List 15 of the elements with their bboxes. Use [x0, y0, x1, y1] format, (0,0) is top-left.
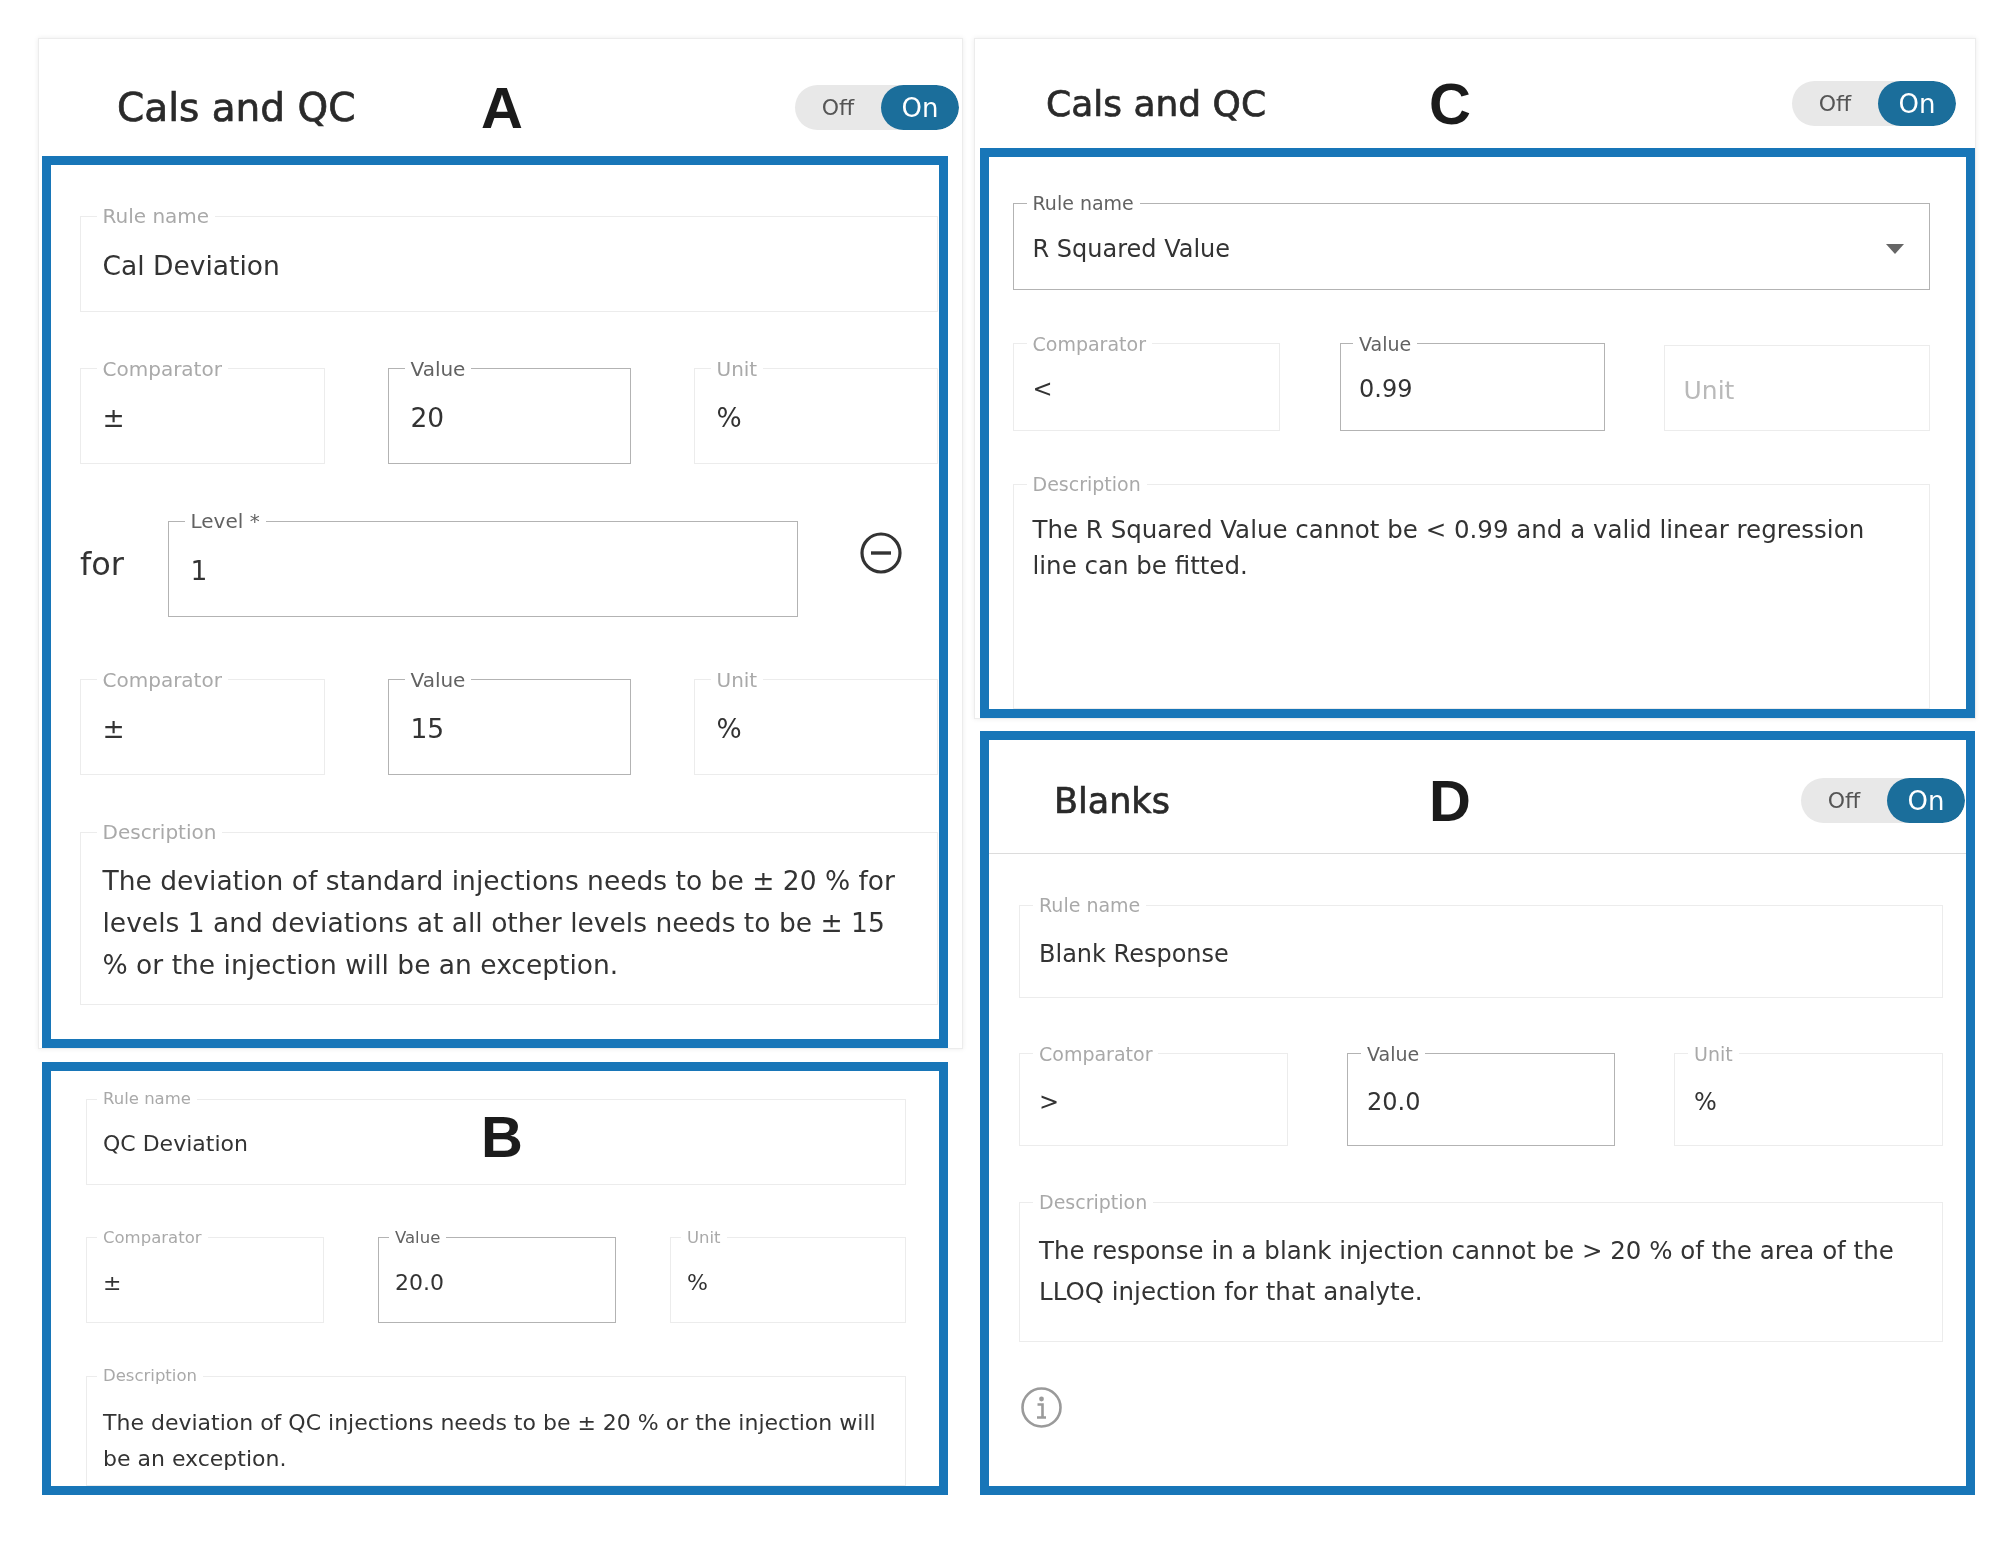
on-off-toggle[interactable]: Off On: [1792, 81, 1956, 126]
prefix-label: for: [80, 544, 124, 583]
section-title: Cals and QC: [117, 85, 356, 130]
rule-name-dropdown[interactable]: Rule name R Squared Value: [1013, 192, 1930, 290]
panel-letter: A: [481, 78, 523, 137]
on-off-toggle[interactable]: Off On: [795, 85, 959, 130]
panel-letter: D: [1429, 771, 1471, 830]
info-icon[interactable]: [1020, 1386, 1062, 1428]
on-off-toggle[interactable]: Off On: [1801, 778, 1965, 823]
section-title: Blanks: [1054, 780, 1170, 821]
panel-letter: B: [481, 1108, 523, 1166]
section-title: Cals and QC: [1046, 83, 1267, 124]
panel-letter: C: [1429, 74, 1471, 133]
caret-icon[interactable]: [1885, 243, 1904, 254]
minus-circle-icon[interactable]: [860, 531, 902, 574]
